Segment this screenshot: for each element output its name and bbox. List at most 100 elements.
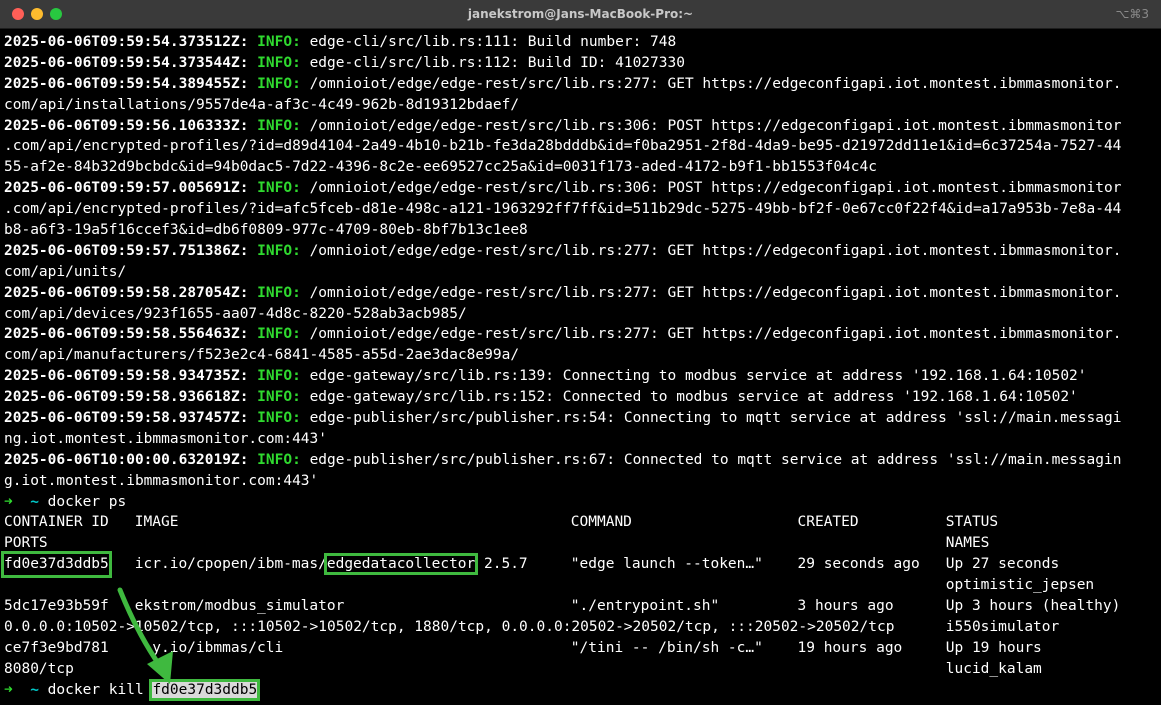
terminal-line: com/api/installations/9557de4a-af3c-4c49… xyxy=(4,95,1159,116)
terminal-line: 5dc17e93b59f ekstrom/modbus_simulator "./e… xyxy=(4,596,1159,617)
container-ports: 8080/tcp xyxy=(4,660,74,677)
log-message-continued: .com/api/encrypted-profiles/?id=afc5fceb… xyxy=(4,201,1122,218)
log-timestamp: 2025-06-06T09:59:58.556463Z: xyxy=(4,326,249,343)
prompt-arrow-icon: ➜ xyxy=(4,681,13,698)
log-message: edge-gateway/src/lib.rs:152: Connected t… xyxy=(309,389,1078,406)
terminal-line: .com/api/encrypted-profiles/?id=d89d4104… xyxy=(4,136,1159,157)
container-command: "./entrypoint.sh" xyxy=(570,598,720,615)
log-message: edge-cli/src/lib.rs:111: Build number: 7… xyxy=(309,34,677,50)
log-message-continued: b8-a6f3-19a5f16ccef3&id=db6f0809-977c-47… xyxy=(4,222,528,239)
log-message: /omnioiot/edge/edge-rest/src/lib.rs:277:… xyxy=(309,242,1122,259)
terminal-line: 2025-06-06T09:59:58.934735Z: INFO: edge-… xyxy=(4,366,1159,387)
log-level: INFO: xyxy=(257,75,301,92)
log-message: edge-gateway/src/lib.rs:139: Connecting … xyxy=(309,368,1087,385)
terminal-line: 2025-06-06T09:59:58.556463Z: INFO: /omni… xyxy=(4,324,1159,345)
terminal-line: optimistic_jepsen xyxy=(4,575,1159,596)
log-level: INFO: xyxy=(257,180,301,197)
image-prefix: icr.io/cpopen/ibm-mas/ xyxy=(134,556,327,573)
log-message: /omnioiot/edge/edge-rest/src/lib.rs:277:… xyxy=(309,284,1122,301)
container-names: lucid_kalam xyxy=(945,660,1042,677)
container-names: i550simulator xyxy=(945,618,1060,635)
terminal-line: 55-af2e-84b32d9bcbdc&id=94b0dac5-7d22-43… xyxy=(4,157,1159,178)
log-timestamp: 2025-06-06T09:59:58.936618Z: xyxy=(4,389,249,406)
header-status: STATUS xyxy=(945,514,999,531)
log-timestamp: 2025-06-06T09:59:56.106333Z: xyxy=(4,117,249,134)
log-message-continued: com/api/manufacturers/f523e2c4-6841-4585… xyxy=(4,347,520,364)
container-command: "edge launch --token…" xyxy=(570,556,763,573)
log-level: INFO: xyxy=(257,451,301,468)
log-level: INFO: xyxy=(257,389,301,406)
log-timestamp: 2025-06-06T09:59:58.937457Z: xyxy=(4,410,249,427)
log-timestamp: 2025-06-06T09:59:54.373512Z: xyxy=(4,34,249,50)
log-timestamp: 2025-06-06T09:59:58.287054Z: xyxy=(4,284,249,301)
container-image: y.io/ibmmas/cli xyxy=(134,639,284,656)
container-id: fd0e37d3ddb5 xyxy=(1,551,112,579)
log-level: INFO: xyxy=(257,284,301,301)
terminal-line: 2025-06-06T10:00:00.632019Z: INFO: edge-… xyxy=(4,450,1159,471)
container-command: "/tini -- /bin/sh -c…" xyxy=(570,639,763,656)
log-message-continued: ng.iot.montest.ibmmasmonitor.com:443' xyxy=(4,430,328,447)
container-image: icr.io/cpopen/ibm-mas/edgedatacollector … xyxy=(134,553,528,576)
log-level: INFO: xyxy=(257,34,301,50)
log-message-continued: com/api/devices/923f1655-aa07-4d8c-8220-… xyxy=(4,305,467,322)
log-level: INFO: xyxy=(257,242,301,259)
header-names: NAMES xyxy=(945,535,990,552)
container-status: Up 19 hours xyxy=(945,639,1042,656)
log-level: INFO: xyxy=(257,54,301,71)
terminal-line: 2025-06-06T09:59:58.287054Z: INFO: /omni… xyxy=(4,283,1159,304)
terminal-line: .com/api/encrypted-profiles/?id=afc5fceb… xyxy=(4,199,1159,220)
prompt-command: docker kill xyxy=(47,681,144,698)
log-level: INFO: xyxy=(257,368,301,385)
terminal-line: 2025-06-06T09:59:57.005691Z: INFO: /omni… xyxy=(4,178,1159,199)
terminal-line: 2025-06-06T09:59:56.106333Z: INFO: /omni… xyxy=(4,116,1159,137)
log-level: INFO: xyxy=(257,326,301,343)
container-created: 19 hours ago xyxy=(797,639,903,656)
prompt-arrow-icon: ➜ xyxy=(4,493,13,510)
header-ports: PORTS xyxy=(4,535,48,552)
terminal-line: g.iot.montest.ibmmasmonitor.com:443' xyxy=(4,471,1159,492)
terminal-line: 0.0.0.0:10502->10502/tcp, :::10502->1050… xyxy=(4,617,1159,638)
log-message: /omnioiot/edge/edge-rest/src/lib.rs:306:… xyxy=(309,180,1122,197)
header-image: IMAGE xyxy=(134,514,179,531)
prompt-command: docker ps xyxy=(47,493,127,510)
terminal-line: com/api/devices/923f1655-aa07-4d8c-8220-… xyxy=(4,304,1159,325)
terminal-line: ➜ ~ docker kill fd0e37d3ddb5 xyxy=(4,678,1159,701)
header-command: COMMAND xyxy=(570,514,632,531)
terminal-line: 2025-06-06T09:59:54.373512Z: INFO: edge-… xyxy=(4,32,1159,53)
terminal-line: 2025-06-06T09:59:54.389455Z: INFO: /omni… xyxy=(4,74,1159,95)
log-message-continued: g.iot.montest.ibmmasmonitor.com:443' xyxy=(4,472,319,489)
terminal-line: ➜ ~ docker ps xyxy=(4,492,1159,513)
log-message: edge-publisher/src/publisher.rs:54: Conn… xyxy=(309,410,1122,427)
terminal-line: CONTAINER ID IMAGE COMMAND CREATED STATUS xyxy=(4,512,1159,533)
terminal-line: fd0e37d3ddb5 icr.io/cpopen/ibm-mas/edgeda… xyxy=(1,551,1159,579)
terminal-line: 2025-06-06T09:59:57.751386Z: INFO: /omni… xyxy=(4,241,1159,262)
container-status: Up 3 hours (healthy) xyxy=(945,598,1121,615)
terminal-line: ng.iot.montest.ibmmasmonitor.com:443' xyxy=(4,429,1159,450)
terminal-line: b8-a6f3-19a5f16ccef3&id=db6f0809-977c-47… xyxy=(4,220,1159,241)
log-message-continued: 55-af2e-84b32d9bcbdc&id=94b0dac5-7d22-43… xyxy=(4,159,877,176)
log-timestamp: 2025-06-06T09:59:54.389455Z: xyxy=(4,75,249,92)
terminal-output[interactable]: 2025-06-06T09:59:54.373512Z: INFO: edge-… xyxy=(1,32,1159,701)
log-message: edge-publisher/src/publisher.rs:67: Conn… xyxy=(309,451,1122,468)
window-title: janekstrom@Jans-MacBook-Pro:~ xyxy=(467,7,694,21)
terminal-line: ce7f3e9bd781 y.io/ibmmas/cli "/tini -- /b… xyxy=(4,638,1159,659)
terminal-line: PORTS NAMES xyxy=(4,533,1159,554)
image-tag: 2.5.7 xyxy=(484,556,528,573)
log-message: /omnioiot/edge/edge-rest/src/lib.rs:277:… xyxy=(309,326,1122,343)
log-message: /omnioiot/edge/edge-rest/src/lib.rs:306:… xyxy=(309,117,1122,134)
log-message-continued: com/api/installations/9557de4a-af3c-4c49… xyxy=(4,96,520,113)
terminal-line: 8080/tcp lucid_kalam xyxy=(4,659,1159,680)
log-message: edge-cli/src/lib.rs:112: Build ID: 41027… xyxy=(309,54,685,71)
container-created: 3 hours ago xyxy=(797,598,894,615)
container-image: ekstrom/modbus_simulator xyxy=(134,598,345,615)
terminal-line: 2025-06-06T09:59:54.373544Z: INFO: edge-… xyxy=(4,53,1159,74)
container-created: 29 seconds ago xyxy=(797,556,920,573)
container-id: ce7f3e9bd781 xyxy=(4,639,109,656)
window-shortcut: ⌥⌘3 xyxy=(1115,7,1149,21)
title-bar: janekstrom@Jans-MacBook-Pro:~ ⌥⌘3 xyxy=(0,0,1161,29)
terminal-line: com/api/manufacturers/f523e2c4-6841-4585… xyxy=(4,345,1159,366)
terminal-line: com/api/units/ xyxy=(4,262,1159,283)
prompt-directory: ~ xyxy=(30,681,39,698)
log-message-continued: .com/api/encrypted-profiles/?id=d89d4104… xyxy=(4,138,1122,155)
header-container-id: CONTAINER ID xyxy=(4,514,109,531)
